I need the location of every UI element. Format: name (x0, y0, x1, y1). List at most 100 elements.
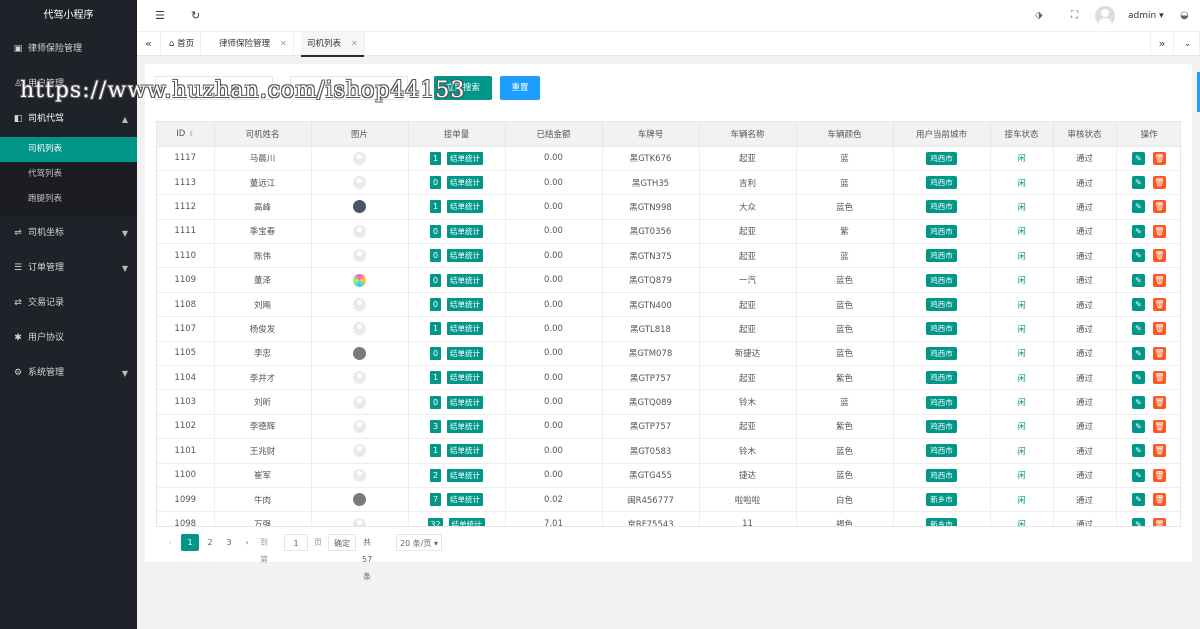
driver-photo[interactable] (353, 249, 366, 263)
edit-icon[interactable]: ✎ (1132, 322, 1145, 336)
sidebar-subitem-driver-list[interactable]: 司机列表 (0, 137, 137, 162)
driver-photo[interactable] (353, 493, 366, 507)
stats-button[interactable]: 结单统计 (447, 419, 483, 433)
chevron-down-icon[interactable]: ⌄ (1176, 32, 1200, 56)
delete-icon[interactable]: 🗑 (1153, 249, 1166, 263)
driver-photo[interactable] (353, 322, 366, 336)
tag-icon[interactable]: ⬗ (1035, 0, 1043, 32)
edit-icon[interactable]: ✎ (1132, 371, 1145, 385)
sort-icon[interactable]: ⇕ (188, 130, 194, 138)
edit-icon[interactable]: ✎ (1132, 249, 1145, 263)
col-id[interactable]: ID ⇕ (157, 122, 215, 147)
edit-icon[interactable]: ✎ (1132, 176, 1145, 190)
page-3[interactable]: 3 (220, 534, 238, 551)
sidebar-subitem-errand-list[interactable]: 跑腿列表 (0, 187, 137, 212)
tab-driver-list[interactable]: 司机列表 ✕ (301, 32, 365, 57)
stats-button[interactable]: 结单统计 (447, 200, 483, 214)
close-icon[interactable]: ✕ (351, 39, 358, 48)
tab-lawyer-insurance[interactable]: 律师保险管理 ✕ (213, 32, 294, 56)
stats-button[interactable]: 结单统计 (447, 249, 483, 263)
stats-button[interactable]: 结单统计 (447, 298, 483, 312)
stats-button[interactable]: 结单统计 (447, 468, 483, 482)
driver-photo[interactable] (353, 346, 366, 360)
delete-icon[interactable]: 🗑 (1153, 176, 1166, 190)
driver-photo[interactable] (353, 224, 366, 238)
tabs-scroll-left-icon[interactable]: « (137, 32, 161, 56)
delete-icon[interactable]: 🗑 (1153, 346, 1166, 360)
delete-icon[interactable]: 🗑 (1153, 517, 1166, 526)
sidebar-item-system[interactable]: ⚙ 系统管理 ▼ (0, 356, 137, 391)
page-1[interactable]: 1 (181, 534, 199, 551)
edit-icon[interactable]: ✎ (1132, 517, 1145, 526)
sidebar-item-orders[interactable]: ☰ 订单管理 ▼ (0, 251, 137, 286)
delete-icon[interactable]: 🗑 (1153, 224, 1166, 238)
delete-icon[interactable]: 🗑 (1153, 298, 1166, 312)
driver-photo[interactable] (353, 200, 366, 214)
delete-icon[interactable]: 🗑 (1153, 151, 1166, 165)
avatar[interactable] (1095, 6, 1115, 26)
delete-icon[interactable]: 🗑 (1153, 322, 1166, 336)
fullscreen-icon[interactable]: ⛶ (1071, 0, 1078, 32)
edit-icon[interactable]: ✎ (1132, 419, 1145, 433)
page-2[interactable]: 2 (201, 534, 219, 551)
next-page-icon[interactable]: › (241, 534, 253, 551)
driver-photo[interactable] (353, 468, 366, 482)
confirm-button[interactable]: 确定 (328, 534, 356, 551)
delete-icon[interactable]: 🗑 (1153, 419, 1166, 433)
stats-button[interactable]: 结单统计 (447, 322, 483, 336)
sidebar-item-driver-coords[interactable]: ⇌ 司机坐标 ▼ (0, 216, 137, 251)
driver-photo[interactable] (353, 419, 366, 433)
driver-photo[interactable] (353, 273, 366, 287)
stats-button[interactable]: 结单统计 (447, 346, 483, 360)
edit-icon[interactable]: ✎ (1132, 493, 1145, 507)
delete-icon[interactable]: 🗑 (1153, 468, 1166, 482)
driver-photo[interactable] (353, 444, 366, 458)
reset-button[interactable]: 重置 (500, 76, 540, 100)
stats-button[interactable]: 结单统计 (447, 273, 483, 287)
sidebar-item-user-agreement[interactable]: ✱ 用户协议 (0, 321, 137, 356)
edit-icon[interactable]: ✎ (1132, 151, 1145, 165)
sidebar-item-transactions[interactable]: ⇄ 交易记录 (0, 286, 137, 321)
driver-photo[interactable] (353, 176, 366, 190)
sidebar-item-lawyer-insurance[interactable]: ▣ 律师保险管理 (0, 32, 137, 67)
stats-button[interactable]: 结单统计 (447, 444, 483, 458)
driver-photo[interactable] (353, 151, 366, 165)
sidebar-subitem-drive-list[interactable]: 代驾列表 (0, 162, 137, 187)
theme-icon[interactable]: ◒ (1180, 0, 1189, 32)
delete-icon[interactable]: 🗑 (1153, 273, 1166, 287)
tabs-scroll-right-icon[interactable]: » (1150, 32, 1174, 56)
stats-button[interactable]: 结单统计 (447, 493, 483, 507)
delete-icon[interactable]: 🗑 (1153, 444, 1166, 458)
edit-icon[interactable]: ✎ (1132, 395, 1145, 409)
driver-photo[interactable] (353, 298, 366, 312)
refresh-icon[interactable]: ↻ (191, 0, 200, 32)
delete-icon[interactable]: 🗑 (1153, 395, 1166, 409)
stats-button[interactable]: 结单统计 (448, 517, 485, 526)
stats-button[interactable]: 结单统计 (447, 395, 483, 409)
edit-icon[interactable]: ✎ (1132, 444, 1145, 458)
edit-icon[interactable]: ✎ (1132, 224, 1145, 238)
edit-icon[interactable]: ✎ (1132, 298, 1145, 312)
driver-photo[interactable] (353, 395, 366, 409)
delete-icon[interactable]: 🗑 (1153, 371, 1166, 385)
edit-icon[interactable]: ✎ (1132, 468, 1145, 482)
driver-photo[interactable] (353, 371, 366, 385)
prev-page-icon[interactable]: ‹ (164, 534, 176, 551)
edit-icon[interactable]: ✎ (1132, 273, 1145, 287)
user-menu[interactable]: admin ▾ (1128, 0, 1164, 32)
sidebar-item-drivers[interactable]: ◧ 司机代驾 ▲ (0, 102, 137, 137)
stats-button[interactable]: 结单统计 (447, 224, 483, 238)
per-page-select[interactable]: 20 条/页 ▾ (396, 534, 442, 551)
delete-icon[interactable]: 🗑 (1153, 200, 1166, 214)
menu-toggle-icon[interactable]: ☰ (155, 0, 165, 32)
close-icon[interactable]: ✕ (280, 39, 287, 48)
stats-button[interactable]: 结单统计 (447, 151, 483, 165)
page-input[interactable]: 1 (284, 534, 308, 551)
stats-button[interactable]: 结单统计 (447, 371, 483, 385)
delete-icon[interactable]: 🗑 (1153, 493, 1166, 507)
tab-home[interactable]: ⌂ 首页 (163, 32, 202, 56)
edit-icon[interactable]: ✎ (1132, 346, 1145, 360)
edit-icon[interactable]: ✎ (1132, 200, 1145, 214)
driver-photo[interactable] (353, 517, 366, 526)
stats-button[interactable]: 结单统计 (447, 176, 483, 190)
